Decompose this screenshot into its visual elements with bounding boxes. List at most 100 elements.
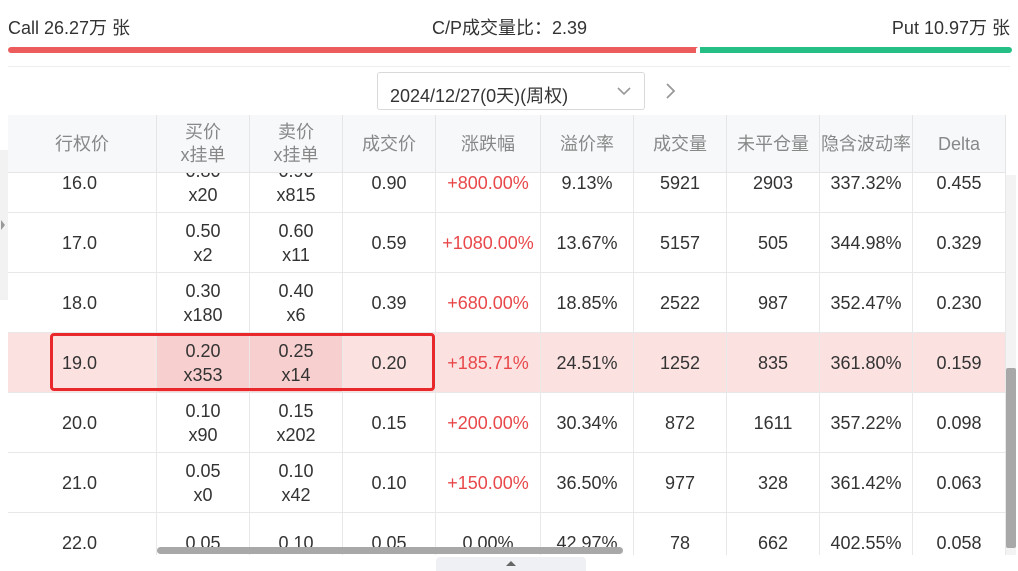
cell-value-oi: 2903	[752, 172, 794, 193]
cell-value-premium: 13.67%	[556, 232, 618, 253]
table-row[interactable]: 17.0 0.50 x2 0.60 x11 0.59 +1080.00% 13.67% 5157…	[8, 213, 1006, 273]
cell-value-delta: 0.063	[936, 472, 982, 493]
cell-value-premium: 24.51%	[556, 352, 618, 373]
header-label: 成交价	[362, 133, 416, 154]
column-header-oi[interactable]: 未平仓量	[727, 115, 820, 173]
cell-bid[interactable]: 0.20 x353	[157, 333, 250, 392]
chevron-right-icon[interactable]	[662, 80, 680, 102]
cell-value-ask: 0.40	[278, 280, 314, 301]
cell-volume: 977	[634, 453, 727, 512]
column-header-premium[interactable]: 溢价率	[541, 115, 634, 173]
cell-value-bid-size: x20	[188, 184, 218, 205]
vertical-scrollbar[interactable]	[1006, 368, 1016, 548]
left-collapse-handle[interactable]	[0, 150, 8, 300]
cell-strike: 18.0	[8, 273, 157, 332]
cell-value-oi: 835	[757, 352, 789, 373]
cell-value-ask-size: x6	[286, 304, 306, 325]
cell-value-iv: 361.42%	[830, 472, 902, 493]
column-header-bid[interactable]: 买价 x挂单	[157, 115, 250, 173]
cell-delta: 0.329	[913, 213, 1006, 272]
cell-value-delta: 0.329	[936, 232, 982, 253]
options-table: 16.00.80x200.90x8150.90+800.00%9.13%5921…	[8, 115, 1006, 555]
chevron-down-icon	[617, 87, 631, 96]
column-header-change[interactable]: 涨跌幅	[436, 115, 541, 173]
cell-ask[interactable]: 0.10 x42	[250, 453, 343, 512]
table-header: 行权价 买价 x挂单 卖价 x挂单 成交价 涨跌幅 溢价率 成交量 未平仓量 隐含波动率 Delta	[8, 115, 1006, 173]
column-header-delta[interactable]: Delta	[913, 115, 1006, 173]
column-header-iv[interactable]: 隐含波动率	[820, 115, 913, 173]
expiry-select[interactable]: 2024/12/27(0天)(周权)	[377, 72, 645, 110]
header-sublabel: x挂单	[273, 145, 319, 165]
horizontal-scrollbar[interactable]	[157, 547, 623, 554]
cell-value-volume: 5921	[659, 172, 701, 193]
cell-value-iv: 402.55%	[830, 532, 902, 553]
cell-value-strike: 17.0	[62, 232, 98, 253]
header-label: Delta	[937, 133, 981, 154]
cell-value-iv: 344.98%	[830, 232, 902, 253]
cell-strike: 17.0	[8, 213, 157, 272]
table-row[interactable]: 19.0 0.20 x353 0.25 x14 0.20 +185.71% 24.51% 125…	[8, 333, 1006, 393]
header-label: 行权价	[55, 133, 109, 154]
cell-value-premium: 36.50%	[556, 472, 618, 493]
cell-premium: 30.34%	[541, 393, 634, 452]
cell-oi: 505	[727, 213, 820, 272]
cell-ask[interactable]: 0.60 x11	[250, 213, 343, 272]
cell-change: +185.71%	[436, 333, 541, 392]
cell-premium: 24.51%	[541, 333, 634, 392]
cell-value-last: 0.15	[371, 412, 407, 433]
cell-value-delta: 0.455	[936, 172, 982, 193]
table-row[interactable]: 21.0 0.05 x0 0.10 x42 0.10 +150.00% 36.50% 977 32…	[8, 453, 1006, 513]
cell-value-change: +185.71%	[447, 352, 529, 373]
cell-last: 0.15	[343, 393, 436, 452]
cell-value-bid: 0.50	[185, 220, 221, 241]
cell-value-last: 0.10	[371, 472, 407, 493]
cell-delta: 0.098	[913, 393, 1006, 452]
column-header-ask[interactable]: 卖价 x挂单	[250, 115, 343, 173]
caret-left-icon	[1, 220, 5, 230]
column-header-last[interactable]: 成交价	[343, 115, 436, 173]
cell-value-bid-size: x90	[188, 424, 218, 445]
cell-bid[interactable]: 0.30 x180	[157, 273, 250, 332]
cell-value-ask-size: x11	[282, 244, 310, 265]
cell-oi: 987	[727, 273, 820, 332]
cell-volume: 78	[634, 513, 727, 555]
caret-up-icon	[506, 561, 516, 566]
column-header-volume[interactable]: 成交量	[634, 115, 727, 173]
cell-premium: 13.67%	[541, 213, 634, 272]
cell-value-change: +680.00%	[447, 292, 529, 313]
cell-value-strike: 20.0	[62, 412, 98, 433]
table-row[interactable]: 20.0 0.10 x90 0.15 x202 0.15 +200.00% 30.34% 872…	[8, 393, 1006, 453]
cell-value-ask-size: x42	[281, 484, 311, 505]
header-label: 溢价率	[560, 133, 614, 154]
cp-ratio: C/P成交量比：2.39	[432, 18, 588, 38]
cell-value-oi: 1611	[753, 412, 793, 433]
cell-value-bid-size: x180	[183, 304, 223, 325]
expand-tab[interactable]	[436, 557, 586, 571]
table-row[interactable]: 18.0 0.30 x180 0.40 x6 0.39 +680.00% 18.85% 2522…	[8, 273, 1006, 333]
cell-bid[interactable]: 0.10 x90	[157, 393, 250, 452]
cell-value-strike: 18.0	[62, 292, 98, 313]
cell-ask[interactable]: 0.40 x6	[250, 273, 343, 332]
cell-value-change: +200.00%	[447, 412, 529, 433]
cell-value-strike: 21.0	[62, 472, 98, 493]
cell-volume: 872	[634, 393, 727, 452]
cell-last: 0.39	[343, 273, 436, 332]
cell-strike: 22.0	[8, 513, 157, 555]
cell-delta: 0.159	[913, 333, 1006, 392]
cell-last: 0.59	[343, 213, 436, 272]
cell-ask[interactable]: 0.15 x202	[250, 393, 343, 452]
cell-premium: 36.50%	[541, 453, 634, 512]
cell-bid[interactable]: 0.05 x0	[157, 453, 250, 512]
cell-oi: 1611	[727, 393, 820, 452]
cell-value-last: 0.20	[371, 352, 407, 373]
cell-strike: 19.0	[8, 333, 157, 392]
cell-value-volume: 977	[664, 472, 696, 493]
cell-value-oi: 662	[757, 532, 789, 553]
cell-value-bid-size: x0	[193, 484, 213, 505]
cell-ask[interactable]: 0.25 x14	[250, 333, 343, 392]
header-sublabel: x挂单	[180, 145, 226, 165]
cell-value-oi: 328	[757, 472, 789, 493]
cell-bid[interactable]: 0.50 x2	[157, 213, 250, 272]
column-header-strike[interactable]: 行权价	[8, 115, 157, 173]
summary-bar: Call 26.27万 张 C/P成交量比：2.39 Put 10.97万 张	[0, 0, 1018, 53]
